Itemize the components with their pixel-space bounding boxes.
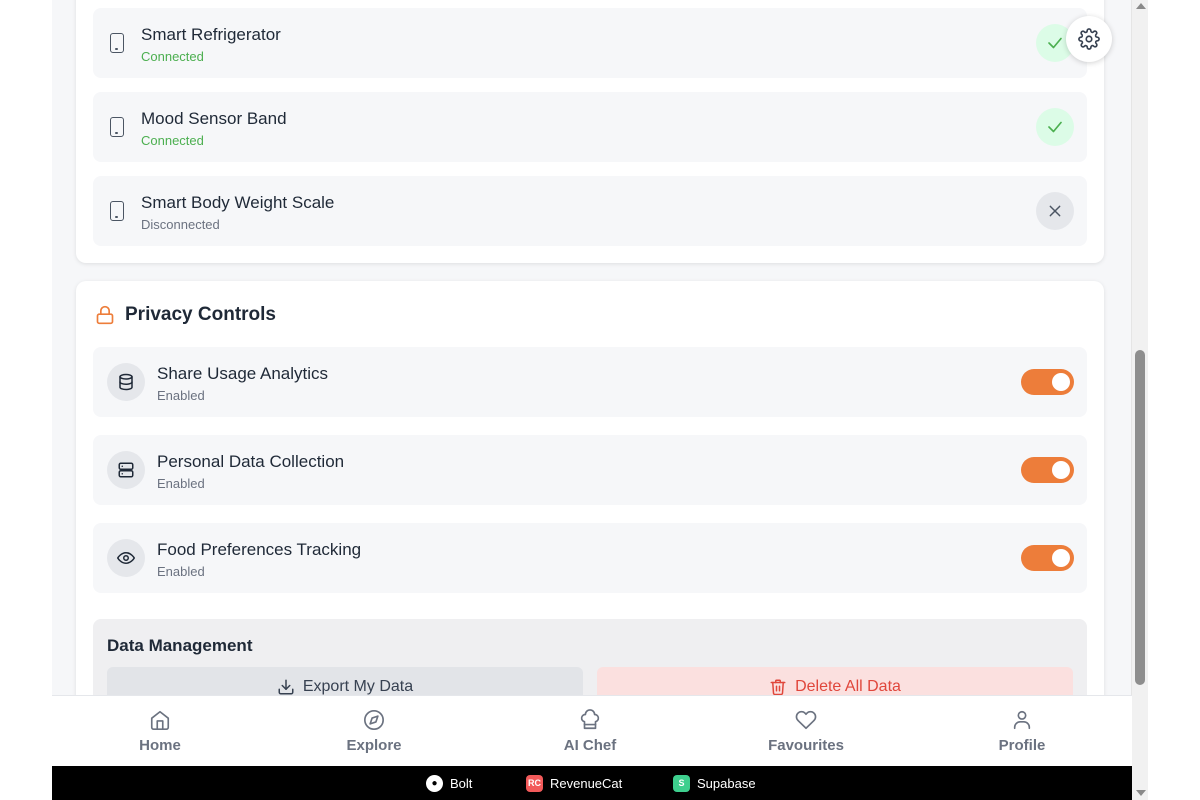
vertical-scrollbar[interactable] xyxy=(1131,0,1148,800)
chef-hat-icon xyxy=(580,709,600,730)
app-viewport: Smart Refrigerator Connected Mood Sensor… xyxy=(52,0,1132,800)
nav-label: Explore xyxy=(346,737,402,754)
powered-by-footer: ● Bolt RC RevenueCat S Supabase xyxy=(52,766,1132,800)
disconnected-x-button[interactable] xyxy=(1036,192,1074,230)
eye-icon xyxy=(107,539,145,577)
device-name: Smart Body Weight Scale xyxy=(141,193,335,212)
toggle-knob xyxy=(1052,461,1070,479)
nav-label: AI Chef xyxy=(563,737,617,754)
nav-label: Favourites xyxy=(768,737,844,754)
section-title: Privacy Controls xyxy=(125,304,276,325)
scroll-down-arrow-icon[interactable] xyxy=(1136,790,1146,796)
device-status: Connected xyxy=(141,49,204,64)
supabase-badge[interactable]: S Supabase xyxy=(673,774,756,792)
revenuecat-badge[interactable]: RC RevenueCat xyxy=(526,774,623,792)
export-label: Export My Data xyxy=(302,678,414,695)
nav-label: Profile xyxy=(998,737,1046,754)
toggle-knob xyxy=(1052,549,1070,567)
privacy-row-share-usage-analytics: Share Usage Analytics Enabled xyxy=(93,347,1087,417)
close-icon xyxy=(1049,205,1061,217)
data-management-title: Data Management xyxy=(107,636,253,655)
bolt-badge[interactable]: ● Bolt xyxy=(426,774,473,792)
nav-explore[interactable]: Explore xyxy=(266,696,482,767)
device-row-mood-sensor-band[interactable]: Mood Sensor Band Connected xyxy=(93,92,1087,162)
check-icon xyxy=(1048,37,1062,49)
nav-label: Home xyxy=(139,737,181,754)
privacy-label: Personal Data Collection xyxy=(157,452,345,471)
server-icon xyxy=(107,451,145,489)
toggle-knob xyxy=(1052,373,1070,391)
revenuecat-logo-icon: RC xyxy=(526,774,543,792)
privacy-label: Food Preferences Tracking xyxy=(157,540,362,559)
revenuecat-label: RevenueCat xyxy=(550,775,623,791)
check-icon xyxy=(1048,121,1062,133)
device-name: Mood Sensor Band xyxy=(141,109,287,128)
device-row-smart-refrigerator[interactable]: Smart Refrigerator Connected xyxy=(93,8,1087,78)
privacy-controls-card: Privacy Controls Share Usage Analytics E… xyxy=(76,281,1104,741)
scrollbar-thumb[interactable] xyxy=(1135,350,1145,685)
privacy-row-food-preferences-tracking: Food Preferences Tracking Enabled xyxy=(93,523,1087,593)
heart-icon xyxy=(795,710,817,730)
lock-icon xyxy=(96,305,114,325)
database-icon xyxy=(107,363,145,401)
supabase-logo-icon: S xyxy=(673,774,690,792)
food-preferences-tracking-toggle[interactable] xyxy=(1021,545,1074,571)
settings-gear-button[interactable] xyxy=(1066,16,1112,62)
smartphone-icon xyxy=(110,201,124,221)
nav-home[interactable]: Home xyxy=(52,696,268,767)
delete-label: Delete All Data xyxy=(795,678,901,695)
user-icon xyxy=(1013,710,1031,730)
smartphone-icon xyxy=(110,33,124,53)
privacy-status: Enabled xyxy=(157,388,205,403)
nav-ai-chef[interactable]: AI Chef xyxy=(482,696,698,767)
compass-icon xyxy=(364,710,384,730)
bolt-label: Bolt xyxy=(450,775,473,791)
nav-profile[interactable]: Profile xyxy=(914,696,1130,767)
privacy-status: Enabled xyxy=(157,476,205,491)
connected-check-button[interactable] xyxy=(1036,108,1074,146)
device-status: Disconnected xyxy=(141,217,220,232)
download-icon xyxy=(278,679,294,695)
device-status: Connected xyxy=(141,133,204,148)
scroll-up-arrow-icon[interactable] xyxy=(1136,3,1146,9)
trash-icon xyxy=(770,679,786,696)
personal-data-collection-toggle[interactable] xyxy=(1021,457,1074,483)
device-row-smart-body-weight-scale[interactable]: Smart Body Weight Scale Disconnected xyxy=(93,176,1087,246)
gear-icon xyxy=(1078,28,1100,50)
privacy-label: Share Usage Analytics xyxy=(157,364,329,383)
supabase-label: Supabase xyxy=(697,775,756,791)
devices-card: Smart Refrigerator Connected Mood Sensor… xyxy=(76,0,1104,263)
share-usage-analytics-toggle[interactable] xyxy=(1021,369,1074,395)
bottom-navigation: Home Explore AI Chef Favourites Profile xyxy=(52,695,1132,766)
privacy-status: Enabled xyxy=(157,564,205,579)
home-icon xyxy=(150,710,170,730)
smartphone-icon xyxy=(110,117,124,137)
bolt-logo-icon: ● xyxy=(426,774,443,792)
privacy-header: Privacy Controls xyxy=(95,303,276,327)
device-name: Smart Refrigerator xyxy=(141,25,281,44)
privacy-row-personal-data-collection: Personal Data Collection Enabled xyxy=(93,435,1087,505)
nav-favourites[interactable]: Favourites xyxy=(698,696,914,767)
